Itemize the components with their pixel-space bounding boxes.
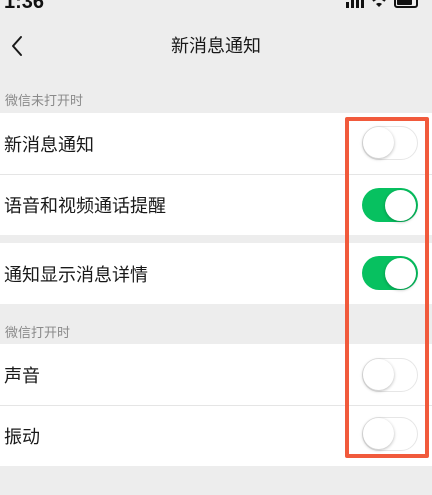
row-label: 振动 [4,426,40,448]
row-show-message-details: 通知显示消息详情 [0,243,432,304]
toggle-knob [363,418,394,449]
row-new-message-notification: 新消息通知 [0,113,432,174]
status-time: 1:36 [4,0,45,13]
toggle-new-message-notification[interactable] [362,126,418,160]
wifi-icon [372,0,386,7]
status-icons [346,0,418,8]
toggle-knob [363,359,394,390]
toggle-voice-video-call-reminder[interactable] [362,188,418,222]
nav-bar: 新消息通知 [0,14,432,78]
status-bar: 1:36 [0,0,432,14]
signal-icon [346,0,364,8]
row-voice-video-call-reminder: 语音和视频通话提醒 [0,174,432,235]
row-vibration: 振动 [0,405,432,466]
group-wechat-open: 声音 振动 [0,344,432,466]
toggle-sound[interactable] [362,358,418,392]
section-header-wechat-closed: 微信未打开时 [5,94,84,109]
toggle-knob [363,127,394,158]
page-title: 新消息通知 [171,36,261,57]
section-header-wechat-open: 微信打开时 [5,326,71,341]
toggle-vibration[interactable] [362,417,418,451]
row-sound: 声音 [0,344,432,405]
group-wechat-closed: 新消息通知 语音和视频通话提醒 [0,113,432,235]
toggle-knob [385,257,416,289]
row-label: 语音和视频通话提醒 [4,195,166,217]
toggle-knob [385,189,416,221]
row-label: 通知显示消息详情 [4,264,148,286]
row-label: 声音 [4,365,40,387]
group-notification-details: 通知显示消息详情 [0,243,432,304]
battery-icon [394,0,418,8]
row-label: 新消息通知 [4,134,94,156]
toggle-show-message-details[interactable] [362,256,418,290]
